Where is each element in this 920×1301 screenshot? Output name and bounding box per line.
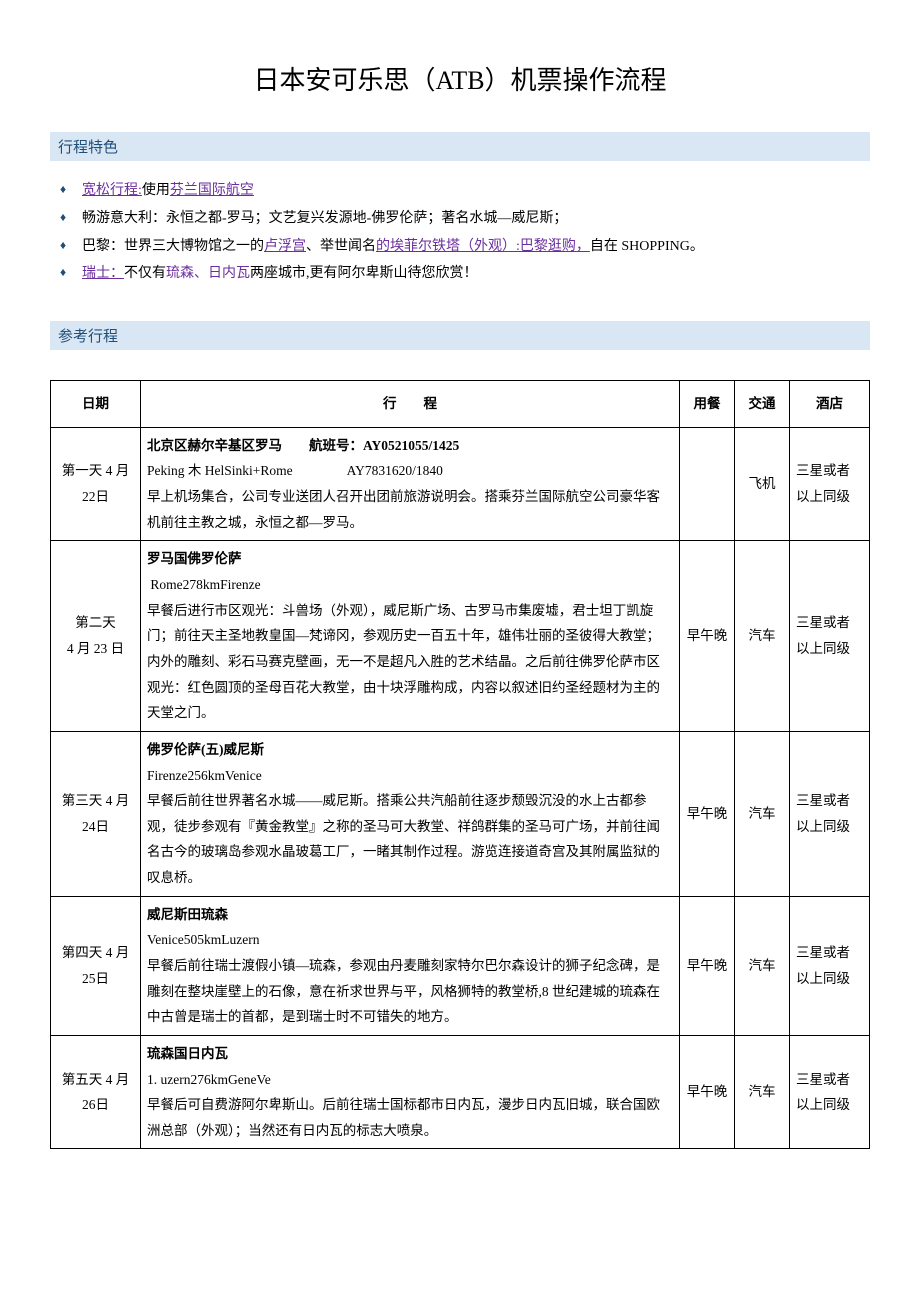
col-meal: 用餐 [680, 381, 735, 428]
meal-cell: 早午晚 [680, 896, 735, 1035]
table-row: 第二天4 月 23 日罗马国佛罗伦萨 Rome278kmFirenze早餐后进行… [51, 541, 870, 731]
section-features-header: 行程特色 [50, 132, 870, 161]
transport-cell: 汽车 [735, 541, 790, 731]
feature-text: 的埃菲尔铁塔（外观） [376, 239, 516, 254]
description-cell: 琉森国日内瓦1. uzern276kmGeneVe早餐后可自费游阿尔卑斯山。后前… [141, 1035, 680, 1149]
description-cell: 佛罗伦萨(五)威尼斯Firenze256kmVenice早餐后前往世界著名水城—… [141, 731, 680, 896]
meal-cell [680, 427, 735, 541]
features-list: 宽松行程:使用芬兰国际航空 畅游意大利：永恒之都-罗马；文艺复兴发源地-佛罗伦萨… [50, 179, 870, 286]
col-itinerary: 行 程 [141, 381, 680, 428]
feature-text: 瑞士： [82, 266, 124, 281]
table-row: 第五天 4 月 26日琉森国日内瓦1. uzern276kmGeneVe早餐后可… [51, 1035, 870, 1149]
date-cell: 第三天 4 月 24日 [51, 731, 141, 896]
transport-cell: 汽车 [735, 1035, 790, 1149]
itinerary-table: 日期 行 程 用餐 交通 酒店 第一天 4 月 22日北京区赫尔辛基区罗马 航班… [50, 380, 870, 1149]
feature-text: 不仅有 [124, 266, 166, 281]
feature-item: 巴黎：世界三大博物馆之一的卢浮宫、举世闻名的埃菲尔铁塔（外观）:巴黎逛购，自在 … [60, 235, 870, 259]
feature-text: 琉森、日内瓦 [166, 266, 250, 281]
date-cell: 第四天 4 月 25日 [51, 896, 141, 1035]
hotel-cell: 三星或者以上同级 [790, 427, 870, 541]
col-hotel: 酒店 [790, 381, 870, 428]
meal-cell: 早午晚 [680, 1035, 735, 1149]
feature-text: 巴黎：世界三大博物馆之一的 [82, 239, 264, 254]
hotel-cell: 三星或者以上同级 [790, 1035, 870, 1149]
feature-item: 瑞士：不仅有琉森、日内瓦两座城市,更有阿尔卑斯山待您欣赏！ [60, 262, 870, 286]
section-itinerary-header: 参考行程 [50, 321, 870, 350]
page-title: 日本安可乐思（ATB）机票操作流程 [50, 60, 870, 97]
feature-text: 畅游意大利：永恒之都-罗马；文艺复兴发源地-佛罗伦萨；著名水城—威尼斯； [82, 211, 567, 226]
transport-cell: 汽车 [735, 896, 790, 1035]
hotel-cell: 三星或者以上同级 [790, 896, 870, 1035]
feature-text: 宽松行程: [82, 183, 142, 198]
hotel-cell: 三星或者以上同级 [790, 541, 870, 731]
feature-text: 、举世闻名 [306, 239, 376, 254]
feature-text: 自在 SHOPPING。 [590, 239, 704, 254]
description-cell: 威尼斯田琉森Venice505kmLuzern早餐后前往瑞士渡假小镇—琉森，参观… [141, 896, 680, 1035]
transport-cell: 飞机 [735, 427, 790, 541]
transport-cell: 汽车 [735, 731, 790, 896]
feature-text: 卢浮宫 [264, 239, 306, 254]
meal-cell: 早午晚 [680, 541, 735, 731]
feature-text: 芬兰国际航空 [170, 183, 254, 198]
table-row: 第四天 4 月 25日威尼斯田琉森Venice505kmLuzern早餐后前往瑞… [51, 896, 870, 1035]
date-cell: 第一天 4 月 22日 [51, 427, 141, 541]
feature-item: 宽松行程:使用芬兰国际航空 [60, 179, 870, 203]
description-cell: 罗马国佛罗伦萨 Rome278kmFirenze早餐后进行市区观光：斗兽场（外观… [141, 541, 680, 731]
feature-item: 畅游意大利：永恒之都-罗马；文艺复兴发源地-佛罗伦萨；著名水城—威尼斯； [60, 207, 870, 231]
hotel-cell: 三星或者以上同级 [790, 731, 870, 896]
table-row: 第一天 4 月 22日北京区赫尔辛基区罗马 航班号：AY0521055/1425… [51, 427, 870, 541]
table-row: 第三天 4 月 24日佛罗伦萨(五)威尼斯Firenze256kmVenice早… [51, 731, 870, 896]
feature-text: 两座城市,更有阿尔卑斯山待您欣赏！ [250, 266, 478, 281]
table-header-row: 日期 行 程 用餐 交通 酒店 [51, 381, 870, 428]
feature-text: 使用 [142, 183, 170, 198]
meal-cell: 早午晚 [680, 731, 735, 896]
col-date: 日期 [51, 381, 141, 428]
description-cell: 北京区赫尔辛基区罗马 航班号：AY0521055/1425Peking 木 He… [141, 427, 680, 541]
date-cell: 第二天4 月 23 日 [51, 541, 141, 731]
date-cell: 第五天 4 月 26日 [51, 1035, 141, 1149]
feature-text: :巴黎逛购， [516, 239, 590, 254]
col-transport: 交通 [735, 381, 790, 428]
